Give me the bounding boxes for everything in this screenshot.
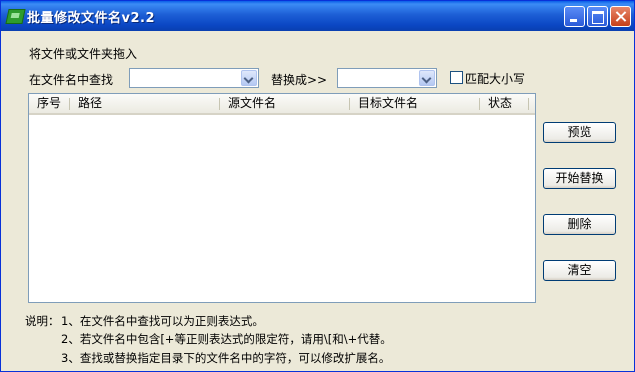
find-combobox[interactable] — [129, 68, 259, 88]
column-header-target-name[interactable]: 目标文件名 — [350, 94, 480, 113]
delete-button[interactable]: 删除 — [543, 214, 616, 235]
replace-label: 替换成>> — [271, 73, 328, 87]
close-icon[interactable] — [610, 6, 631, 27]
dropdown-arrow-icon[interactable] — [419, 70, 435, 86]
column-header-status[interactable]: 状态 — [480, 94, 528, 113]
column-header-source-name[interactable]: 源文件名 — [220, 94, 350, 113]
column-divider[interactable] — [528, 98, 529, 110]
window-title: 批量修改文件名v2.2 — [27, 11, 156, 26]
note-item: 1、在文件名中查找可以为正则表达式。 — [61, 314, 264, 328]
main-window: 批量修改文件名v2.2 将文件或文件夹拖入 在文件名中查找 替换成>> 匹配大小… — [0, 0, 635, 372]
app-icon — [5, 9, 26, 24]
note-item: 3、查找或替换指定目录下的文件名中的字符，可以修改扩展名。 — [61, 351, 391, 365]
preview-button[interactable]: 预览 — [543, 122, 616, 143]
title-bar[interactable]: 批量修改文件名v2.2 — [1, 1, 634, 31]
match-case-checkbox[interactable] — [450, 71, 463, 84]
file-list[interactable]: 序号 路径 源文件名 目标文件名 状态 — [28, 93, 536, 303]
drop-hint: 将文件或文件夹拖入 — [29, 47, 138, 61]
find-label: 在文件名中查找 — [29, 73, 114, 87]
note-item: 2、若文件名中包含[+等正则表达式的限定符，请用\[和\+代替。 — [61, 332, 392, 346]
match-case-label[interactable]: 匹配大小写 — [465, 70, 525, 87]
minimize-icon[interactable] — [564, 6, 585, 27]
notes-title: 说明： — [25, 314, 60, 328]
clear-button[interactable]: 清空 — [543, 260, 616, 281]
dropdown-arrow-icon[interactable] — [241, 70, 257, 86]
maximize-icon[interactable] — [587, 6, 608, 27]
start-replace-button[interactable]: 开始替换 — [543, 168, 616, 189]
replace-combobox[interactable] — [337, 68, 437, 88]
column-header-path[interactable]: 路径 — [70, 94, 220, 113]
list-header: 序号 路径 源文件名 目标文件名 状态 — [29, 94, 535, 115]
column-header-index[interactable]: 序号 — [29, 94, 69, 113]
